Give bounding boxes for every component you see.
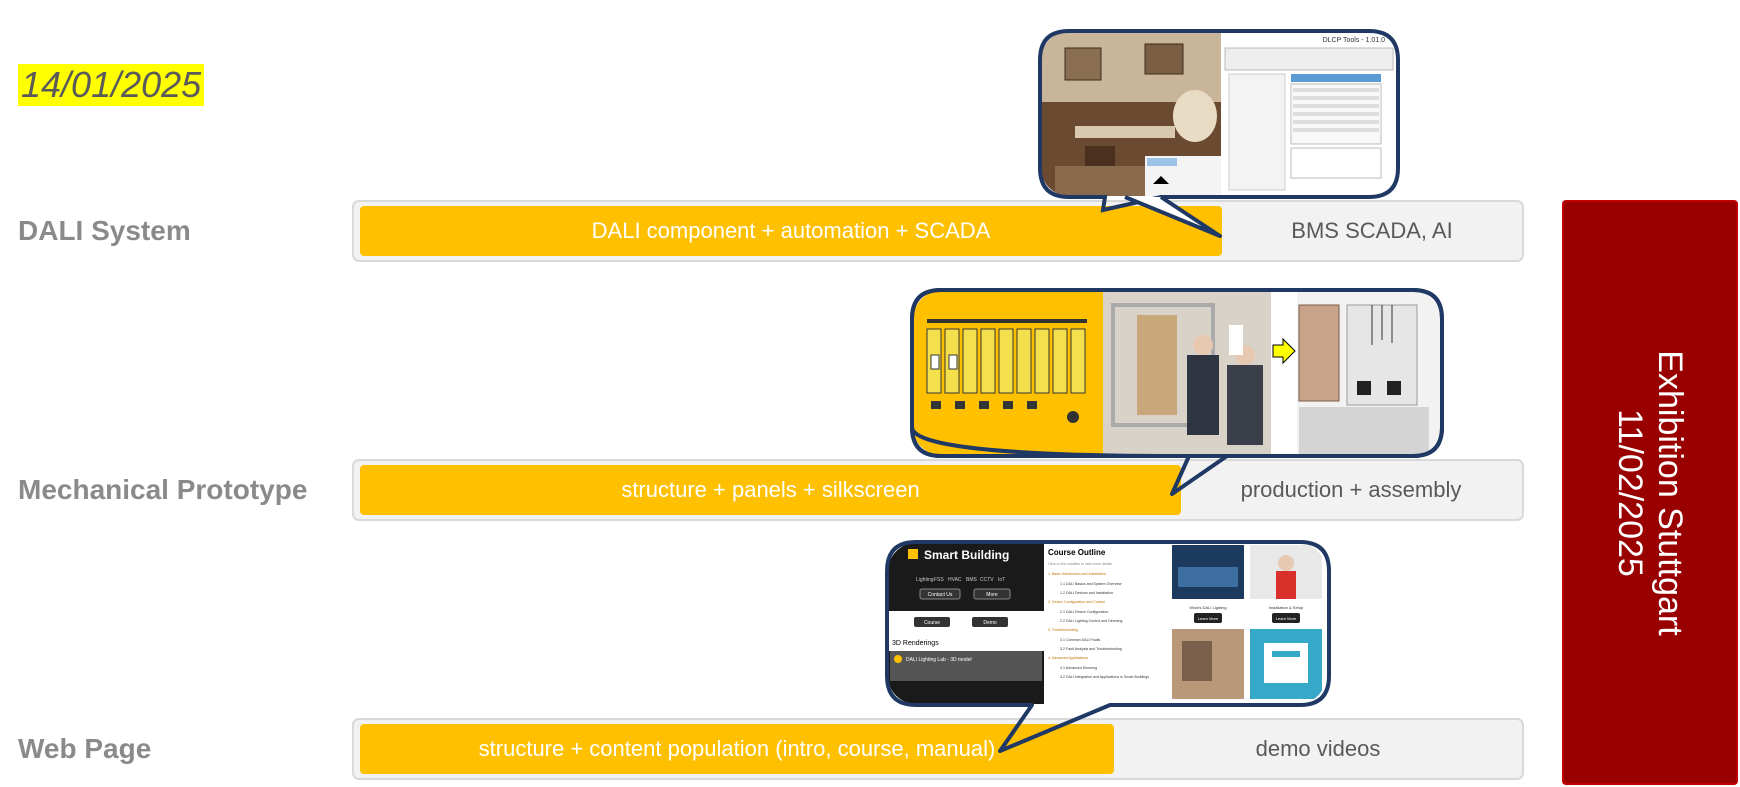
web-nav-fss: FSS — [934, 577, 944, 583]
exhibition-date: 11/02/2025 — [1611, 408, 1649, 577]
outline-item: 1.1 DALI Basics and System Overview — [1060, 582, 1122, 586]
outline-item: 2. Device Configuration and Control — [1048, 600, 1105, 604]
outline-item: 3. Troubleshooting — [1048, 628, 1078, 632]
outline-item: 2.1 DALI Device Configuration — [1060, 610, 1108, 614]
dali-window-title: DLCP Tools - 1.01.0 — [1323, 37, 1385, 44]
web-button-more: More — [986, 592, 998, 598]
web-button-demo: Demo — [983, 620, 997, 626]
outline-item: 1. Basic Introduction and Installation — [1048, 572, 1106, 576]
callout-web-screenshot: Smart Building Lighting FSS HVAC BMS CCT… — [885, 540, 1331, 753]
row-label-web: Web Page — [18, 733, 152, 764]
web-outline-hint: Click on the subtitles to view more deta… — [1048, 562, 1112, 566]
exhibition-text: Exhibition Stuttgart 11/02/2025 — [1610, 350, 1690, 635]
exhibition-title: Exhibition Stuttgart — [1651, 349, 1689, 636]
row-label-dali: DALI System — [18, 215, 191, 246]
exhibition-milestone: Exhibition Stuttgart 11/02/2025 — [1562, 200, 1738, 785]
web-brand: Smart Building — [924, 548, 1009, 562]
outline-item: 4. Advanced Applications — [1048, 656, 1088, 660]
web-learn-more-1: Learn More — [1198, 616, 1219, 621]
row-label-mechanical: Mechanical Prototype — [18, 474, 308, 505]
outline-item: 3.2 Fault Analysis and Troubleshooting — [1060, 647, 1122, 651]
web-nav-cctv: CCTV — [980, 577, 994, 583]
web-learn-more-2: Learn More — [1276, 616, 1297, 621]
callout-dali-screenshot: DLCP Tools - 1.01.0 — [1038, 29, 1400, 238]
outline-item: 2.2 DALI Lighting Control and Dimming — [1060, 619, 1122, 623]
web-nav-hvac: HVAC — [948, 577, 962, 583]
web-renderings-title: 3D Renderings — [892, 640, 939, 647]
web-button-course: Course — [924, 620, 940, 626]
web-card-caption-1: What's DALI Lighting — [1189, 605, 1226, 610]
outline-item: 4.2 DALI Integration and Applications in… — [1060, 675, 1149, 679]
web-outline-title: Course Outline — [1048, 548, 1106, 557]
outline-item: 4.1 Advanced Dimming — [1060, 666, 1097, 670]
outline-item: 3.1 Common DALI Faults — [1060, 638, 1101, 642]
web-nav-lighting: Lighting — [916, 577, 934, 583]
date-label: 14/01/2025 — [18, 64, 205, 106]
callout-mechanical-photos — [910, 288, 1444, 496]
outline-item: 1.2 DALI Devices and Installation — [1060, 591, 1113, 595]
web-nav-bms: BMS — [966, 577, 978, 583]
web-button-contact: Contact Us — [928, 592, 953, 598]
web-nav-iot: IoT — [998, 577, 1005, 583]
web-video-title: DALI Lighting Lab - 3D model — [906, 657, 972, 663]
web-card-caption-2: Installation & Setup — [1269, 605, 1304, 610]
